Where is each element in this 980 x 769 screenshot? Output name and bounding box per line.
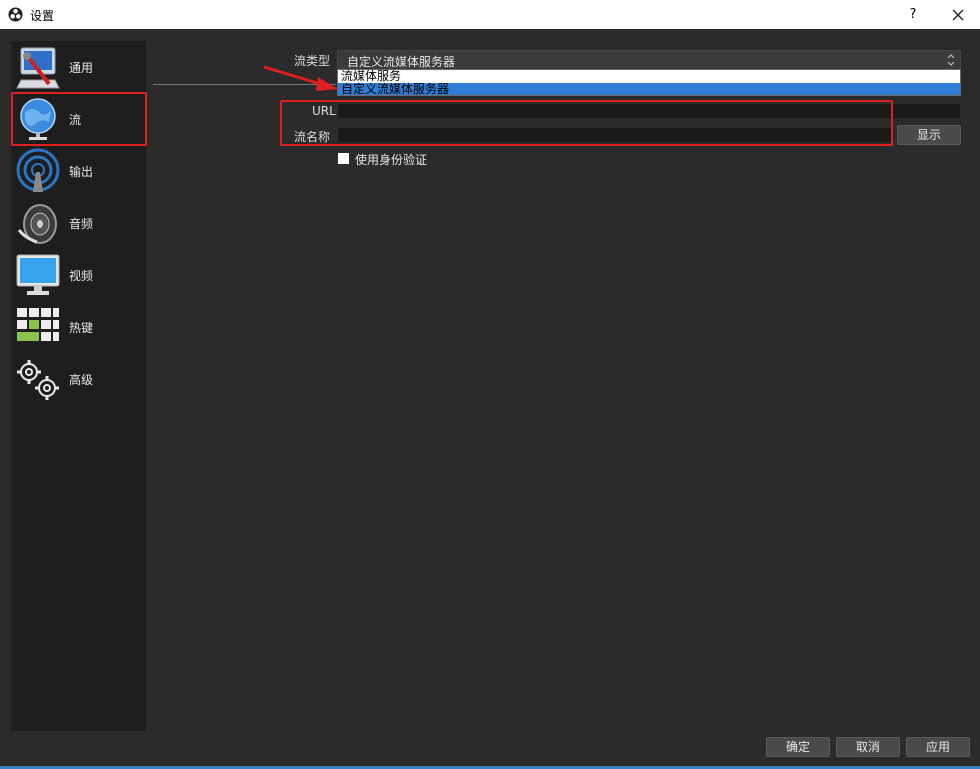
close-icon[interactable] [944,4,972,26]
annotation-arrow-icon [263,65,338,91]
settings-content: 通用 流 输出 音频 视频 热键 高级 流类型 自定义流媒体服务器 流媒体服务 … [0,29,980,769]
obs-logo-icon [8,7,23,22]
dropdown-option-custom-server[interactable]: 自定义流媒体服务器 [338,83,960,95]
cancel-button[interactable]: 取消 [836,737,900,757]
sidebar-item-audio[interactable]: 音频 [11,197,146,249]
general-icon [16,47,60,89]
sidebar-item-label: 通用 [69,61,94,75]
help-button[interactable]: ? [900,5,926,25]
use-auth-checkbox[interactable] [338,153,349,164]
stream-type-select[interactable]: 自定义流媒体服务器 [337,50,961,70]
window-title: 设置 [30,9,55,23]
sidebar-item-output[interactable]: 输出 [11,145,146,197]
advanced-gears-icon [17,360,59,400]
stream-type-dropdown: 流媒体服务 自定义流媒体服务器 [337,69,961,96]
use-auth-label: 使用身份验证 [355,153,428,167]
sidebar-item-label: 高级 [69,373,94,387]
sidebar-item-label: 输出 [69,165,94,179]
annotation-box-stream [11,92,147,146]
video-monitor-icon [16,254,60,295]
apply-button[interactable]: 应用 [906,737,970,757]
sidebar-item-label: 热键 [69,321,94,335]
audio-speaker-icon [17,204,57,244]
sidebar-item-advanced[interactable]: 高级 [11,353,146,405]
stream-type-value: 自定义流媒体服务器 [347,55,456,69]
show-key-button[interactable]: 显示 [897,125,961,145]
sidebar-item-label: 视频 [69,269,94,283]
ok-button[interactable]: 确定 [766,737,830,757]
output-antenna-icon [16,148,60,192]
sidebar-item-hotkeys[interactable]: 热键 [11,301,146,353]
dropdown-option-service[interactable]: 流媒体服务 [338,70,960,82]
sidebar-item-video[interactable]: 视频 [11,249,146,301]
hotkeys-keyboard-icon [17,308,59,341]
sidebar-item-label: 音频 [69,217,94,231]
updown-chevron-icon [947,54,955,66]
title-bar: 设置 ? [0,0,980,29]
sidebar-item-general[interactable]: 通用 [11,41,146,93]
annotation-box-fields [280,100,893,146]
